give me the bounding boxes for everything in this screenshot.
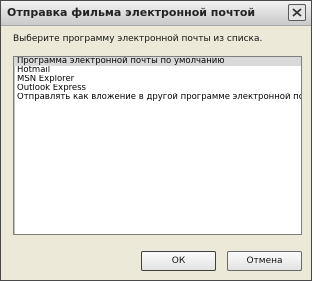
ok-button[interactable]: ОК: [141, 251, 216, 271]
cancel-button[interactable]: Отмена: [227, 251, 302, 271]
list-item[interactable]: MSN Explorer: [14, 75, 301, 84]
title-bar[interactable]: Отправка фильма электронной почтой: [1, 1, 311, 26]
list-item[interactable]: Outlook Express: [14, 84, 301, 93]
list-item[interactable]: Программа электронной почты по умолчанию: [14, 57, 301, 66]
close-icon: [292, 8, 302, 17]
close-button[interactable]: [288, 4, 306, 21]
email-program-list[interactable]: Программа электронной почты по умолчанию…: [13, 56, 302, 235]
window-title: Отправка фильма электронной почтой: [7, 6, 256, 19]
list-item[interactable]: Hotmail: [14, 66, 301, 75]
list-item[interactable]: Отправлять как вложение в другой програм…: [14, 93, 301, 102]
send-movie-email-dialog: Отправка фильма электронной почтой Выбер…: [0, 0, 312, 281]
instruction-label: Выберите программу электронной почты из …: [13, 34, 263, 44]
